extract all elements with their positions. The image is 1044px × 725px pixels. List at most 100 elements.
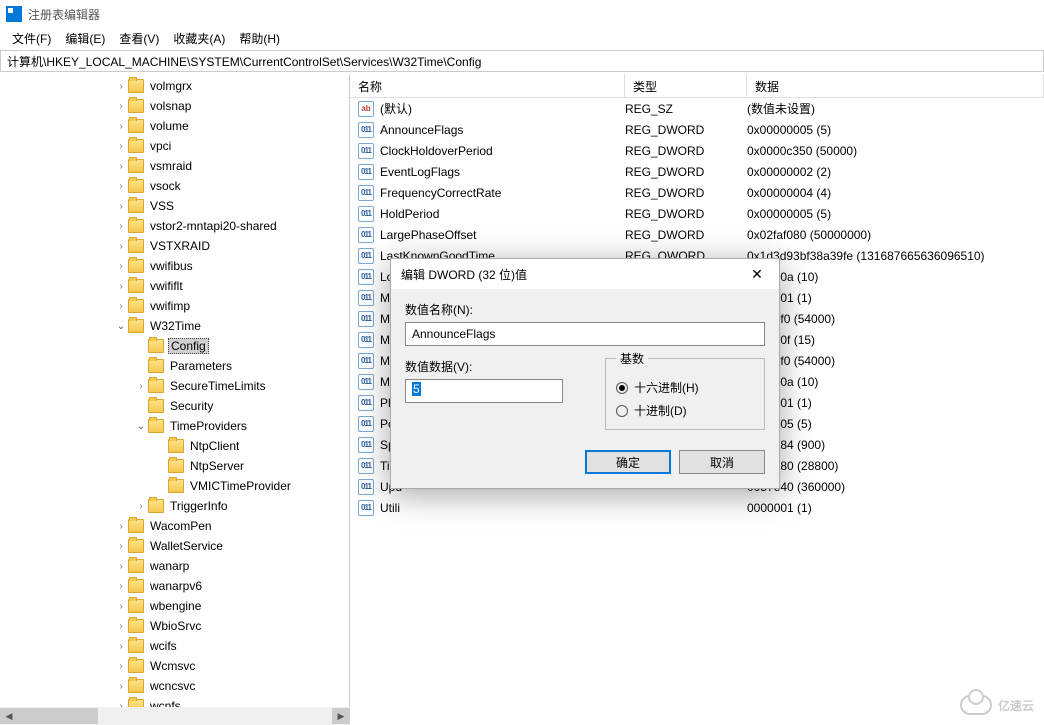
value-row[interactable]: AnnounceFlagsREG_DWORD0x00000005 (5) [350, 119, 1044, 140]
chevron-right-icon[interactable]: › [114, 221, 128, 232]
tree-node[interactable]: ⌄W32Time [0, 316, 349, 336]
folder-icon [148, 419, 164, 433]
chevron-right-icon[interactable]: › [114, 261, 128, 272]
ok-button[interactable]: 确定 [585, 450, 671, 474]
chevron-right-icon[interactable]: › [114, 561, 128, 572]
chevron-right-icon[interactable]: › [114, 601, 128, 612]
tree-node[interactable]: NtpClient [0, 436, 349, 456]
tree-node[interactable]: ›vsmraid [0, 156, 349, 176]
radio-dec[interactable]: 十进制(D) [616, 402, 754, 419]
chevron-right-icon[interactable]: › [114, 521, 128, 532]
value-data: 000000a (10) [747, 375, 1044, 389]
tree-hscrollbar[interactable]: ◀ ▶ [0, 707, 350, 725]
tree-node[interactable]: ›vwifimp [0, 296, 349, 316]
chevron-right-icon[interactable]: › [114, 281, 128, 292]
chevron-right-icon[interactable]: › [114, 681, 128, 692]
chevron-right-icon[interactable]: › [114, 621, 128, 632]
chevron-down-icon[interactable]: ⌄ [114, 321, 128, 332]
chevron-right-icon[interactable]: › [114, 201, 128, 212]
value-name: Utili [380, 501, 400, 515]
value-name-input[interactable] [405, 322, 765, 346]
tree-node[interactable]: ›TriggerInfo [0, 496, 349, 516]
scroll-left-button[interactable]: ◀ [0, 708, 18, 724]
chevron-right-icon[interactable]: › [114, 181, 128, 192]
value-data-input[interactable]: 5 [405, 379, 563, 403]
tree-node[interactable]: › volume [0, 116, 349, 136]
tree-node[interactable]: NtpServer [0, 456, 349, 476]
chevron-right-icon[interactable]: › [114, 241, 128, 252]
tree-node[interactable]: Config [0, 336, 349, 356]
scroll-right-button[interactable]: ▶ [332, 708, 350, 724]
col-data[interactable]: 数据 [747, 74, 1044, 97]
tree-node[interactable]: ›wbengine [0, 596, 349, 616]
tree-node[interactable]: ›vstor2-mntapi20-shared [0, 216, 349, 236]
chevron-right-icon[interactable]: › [114, 81, 128, 92]
value-data: 0000001 (1) [747, 501, 1044, 515]
tree-node[interactable]: ›vwififlt [0, 276, 349, 296]
value-type: REG_DWORD [625, 123, 747, 137]
tree-node[interactable]: › wcifs [0, 636, 349, 656]
value-row[interactable]: FrequencyCorrectRateREG_DWORD0x00000004 … [350, 182, 1044, 203]
tree-node[interactable]: ›Wcmsvc [0, 656, 349, 676]
chevron-down-icon[interactable]: ⌄ [134, 421, 148, 432]
chevron-right-icon[interactable]: › [114, 541, 128, 552]
tree-node[interactable]: ›SecureTimeLimits [0, 376, 349, 396]
tree-node[interactable]: VMICTimeProvider [0, 476, 349, 496]
radio-hex[interactable]: 十六进制(H) [616, 379, 754, 396]
tree-node[interactable]: ›vpci [0, 136, 349, 156]
chevron-right-icon[interactable]: › [114, 101, 128, 112]
menu-favorites[interactable]: 收藏夹(A) [167, 28, 231, 50]
menu-view[interactable]: 查看(V) [113, 28, 165, 50]
tree-node[interactable]: ›wanarpv6 [0, 576, 349, 596]
menu-help[interactable]: 帮助(H) [233, 28, 286, 50]
folder-icon [148, 499, 164, 513]
value-row[interactable]: ClockHoldoverPeriodREG_DWORD0x0000c350 (… [350, 140, 1044, 161]
tree-node[interactable]: ›VSTXRAID [0, 236, 349, 256]
tree-node[interactable]: ›vwifibus [0, 256, 349, 276]
tree-node[interactable]: Parameters [0, 356, 349, 376]
tree-node-label: volume [148, 119, 191, 133]
chevron-right-icon[interactable]: › [134, 501, 148, 512]
menu-file[interactable]: 文件(F) [6, 28, 57, 50]
chevron-right-icon[interactable]: › [114, 641, 128, 652]
base-legend: 基数 [616, 350, 648, 367]
tree-node[interactable]: ⌄TimeProviders [0, 416, 349, 436]
value-row[interactable]: (默认)REG_SZ(数值未设置) [350, 98, 1044, 119]
scroll-thumb[interactable] [18, 708, 98, 724]
value-row[interactable]: Utili 0000001 (1) [350, 497, 1044, 518]
radio-dec-icon [616, 405, 628, 417]
tree-node[interactable]: ›wanarp [0, 556, 349, 576]
tree-node[interactable]: Security [0, 396, 349, 416]
tree-node-label: wcncsvc [148, 679, 197, 693]
tree-node-label: volmgrx [148, 79, 194, 93]
value-name: HoldPeriod [380, 207, 439, 221]
cancel-button[interactable]: 取消 [679, 450, 765, 474]
chevron-right-icon[interactable]: › [114, 661, 128, 672]
chevron-right-icon[interactable]: › [114, 161, 128, 172]
value-row[interactable]: HoldPeriodREG_DWORD0x00000005 (5) [350, 203, 1044, 224]
tree-node[interactable]: ›VSS [0, 196, 349, 216]
chevron-right-icon[interactable]: › [114, 581, 128, 592]
tree-node[interactable]: ›volsnap [0, 96, 349, 116]
col-type[interactable]: 类型 [625, 74, 747, 97]
menu-edit[interactable]: 编辑(E) [59, 28, 111, 50]
tree-node[interactable]: ›WbioSrvc [0, 616, 349, 636]
chevron-right-icon[interactable]: › [134, 381, 148, 392]
tree-node[interactable]: ›WalletService [0, 536, 349, 556]
tree-node-label: wcifs [148, 639, 179, 653]
tree-node[interactable]: › volmgrx [0, 76, 349, 96]
window-title: 注册表编辑器 [28, 6, 100, 23]
chevron-right-icon[interactable]: › [114, 141, 128, 152]
col-name[interactable]: 名称 [350, 74, 625, 97]
chevron-right-icon[interactable]: › [114, 301, 128, 312]
tree-node[interactable]: ›vsock [0, 176, 349, 196]
value-data: 0x00000002 (2) [747, 165, 1044, 179]
value-row[interactable]: EventLogFlagsREG_DWORD0x00000002 (2) [350, 161, 1044, 182]
tree-node[interactable]: › wcncsvc [0, 676, 349, 696]
chevron-right-icon[interactable]: › [114, 121, 128, 132]
value-name: LargePhaseOffset [380, 228, 477, 242]
value-row[interactable]: LargePhaseOffsetREG_DWORD0x02faf080 (500… [350, 224, 1044, 245]
dialog-close-button[interactable]: ✕ [737, 260, 777, 288]
address-bar[interactable]: 计算机\HKEY_LOCAL_MACHINE\SYSTEM\CurrentCon… [0, 50, 1044, 72]
tree-node[interactable]: ›WacomPen [0, 516, 349, 536]
